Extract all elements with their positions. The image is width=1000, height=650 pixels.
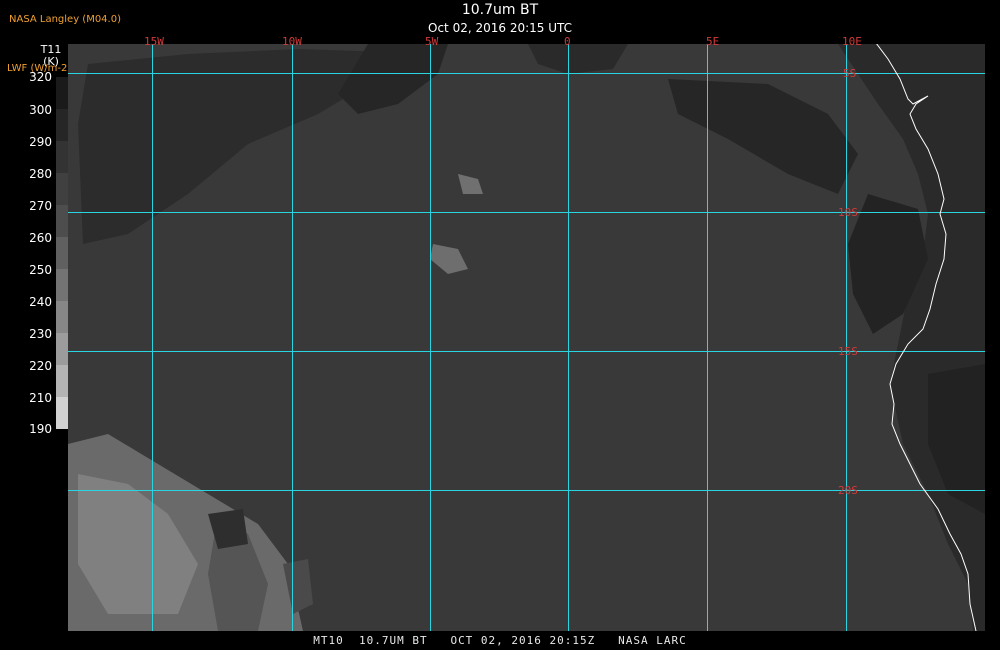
colorbar-tick: 240 [29, 295, 52, 309]
satellite-image [68, 44, 985, 631]
latitude-label: 15S [838, 345, 858, 358]
longitude-label: 10W [282, 35, 302, 48]
satellite-map[interactable] [68, 44, 985, 631]
colorbar-tick: 290 [29, 135, 52, 149]
colorbar-tick: 190 [29, 422, 52, 436]
image-title: 10.7um BT [461, 2, 539, 18]
longitude-label: 15W [144, 35, 164, 48]
colorbar-tick: 280 [29, 167, 52, 181]
colorbar-tick: 320 [29, 70, 52, 84]
image-timestamp: Oct 02, 2016 20:15 UTC [428, 21, 572, 35]
colorbar-tick: 230 [29, 327, 52, 341]
longitude-label: 5E [706, 35, 720, 48]
footer-caption: MT10 10.7UM BT OCT 02, 2016 20:15Z NASA … [313, 634, 687, 647]
colorbar-tick: 220 [29, 359, 52, 373]
longitude-label: 0 [564, 35, 571, 48]
latitude-label: 20S [838, 484, 858, 497]
latitude-label: 10S [838, 206, 858, 219]
colorbar-tick: 210 [29, 391, 52, 405]
colorbar-tick: 270 [29, 199, 52, 213]
colorbar-tick: 300 [29, 103, 52, 117]
longitude-label: 10E [842, 35, 862, 48]
latitude-label: 5S [843, 67, 857, 80]
colorbar-tick: 250 [29, 263, 52, 277]
longitude-label: 5W [425, 35, 439, 48]
colorbar-tick: 260 [29, 231, 52, 245]
